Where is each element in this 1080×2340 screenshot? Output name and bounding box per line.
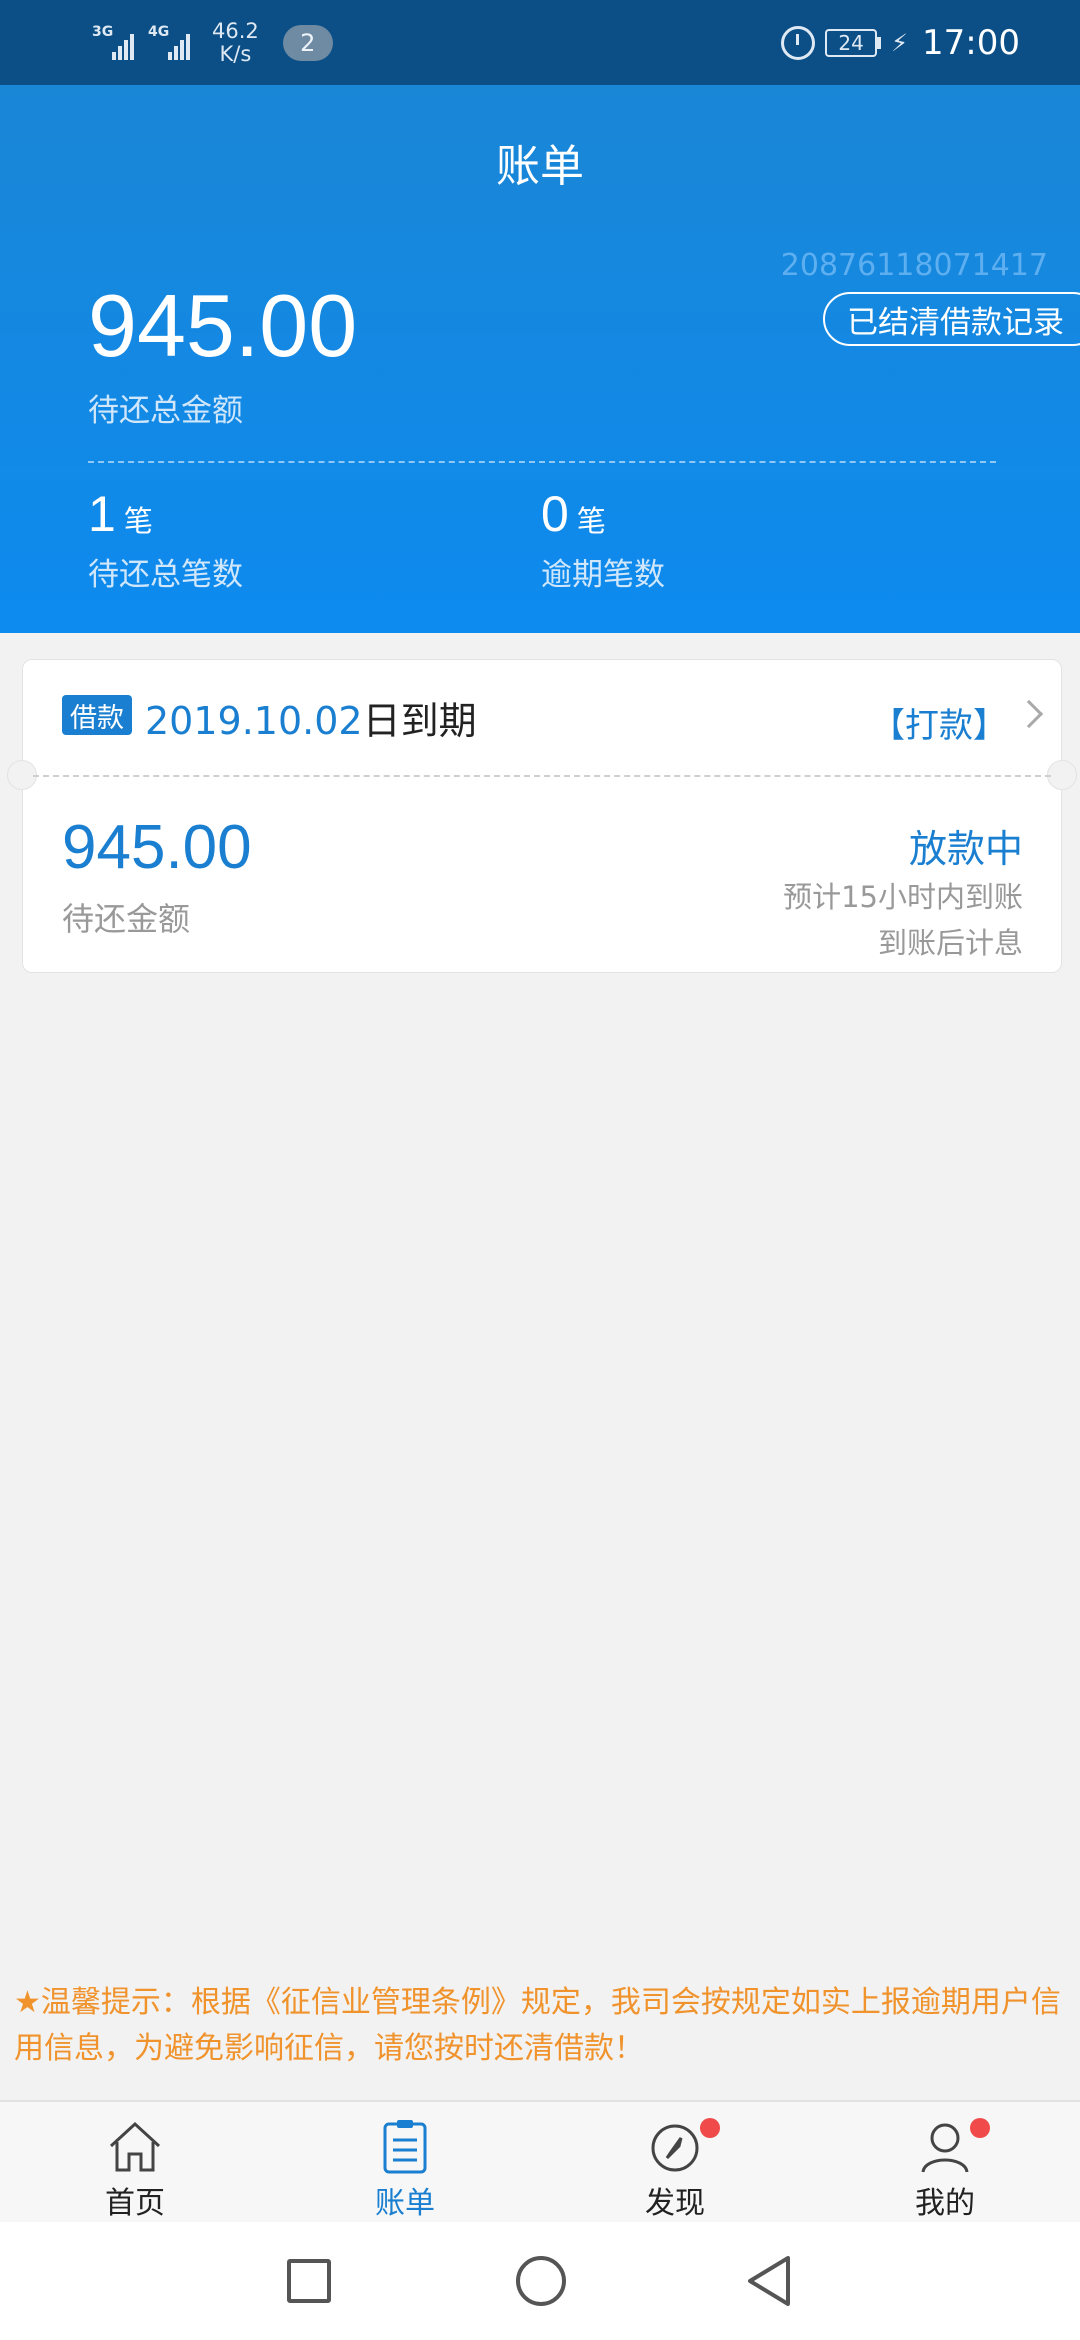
loan-status-note: 预计15小时内到账 到账后计息	[783, 874, 1023, 966]
home-icon	[109, 2121, 161, 2172]
overdue-count-stat: 0笔 逾期笔数	[541, 485, 665, 594]
due-date-suffix: 日到期	[362, 699, 477, 743]
net-speed-value: 46.2	[212, 19, 259, 43]
pending-count-label: 待还总笔数	[88, 557, 243, 593]
overdue-count-label: 逾期笔数	[541, 557, 665, 593]
charging-icon: ⚡	[891, 29, 909, 57]
back-icon[interactable]	[744, 2254, 794, 2308]
total-amount-label: 待还总金额	[88, 393, 243, 429]
status-right: 24 ⚡ 17:00	[781, 20, 1020, 66]
discover-badge-dot	[700, 2118, 720, 2138]
pending-count-value: 1	[88, 486, 116, 542]
net-speed-unit: K/s	[219, 42, 252, 66]
recent-apps-icon[interactable]	[287, 2259, 331, 2303]
home-button-icon[interactable]	[516, 2256, 566, 2306]
notification-count-badge: 2	[282, 25, 333, 61]
chevron-right-icon[interactable]	[1014, 699, 1044, 729]
overdue-count-unit: 笔	[576, 504, 606, 538]
card-divider	[33, 775, 1051, 777]
status-note-interest: 到账后计息	[877, 926, 1023, 960]
credit-notice: ★温馨提示：根据《征信业管理条例》规定，我司会按规定如实上报逾期用户信用信息，为…	[14, 1985, 1061, 2066]
net-speed: 46.2 K/s	[212, 20, 259, 66]
signal-3g-label: 3G	[92, 24, 114, 40]
signal-4g-label: 4G	[148, 24, 170, 40]
header-divider	[88, 461, 996, 463]
bottom-tab-bar: 首页 账单 发现 我的	[0, 2100, 1080, 2222]
page-title: 账单	[496, 141, 584, 192]
pending-count-stat: 1笔 待还总笔数	[88, 485, 243, 594]
tab-discover[interactable]: 发现	[540, 2102, 810, 2222]
tab-home-label: 首页	[105, 2186, 165, 2221]
profile-icon	[921, 2123, 969, 2173]
battery-level: 24	[825, 29, 878, 57]
bill-icon	[383, 2120, 427, 2174]
signal-4g-icon: 4G	[148, 24, 190, 60]
loan-tag: 借款	[62, 695, 132, 735]
bill-amount: 945.00	[62, 813, 252, 882]
tab-discover-label: 发现	[645, 2186, 705, 2221]
pay-link[interactable]: 【打款】	[871, 698, 1007, 747]
bill-card[interactable]: 借款 2019.10.02日到期 【打款】 945.00 待还金额 放款中 预计…	[7, 659, 1077, 973]
tab-home[interactable]: 首页	[0, 2102, 270, 2222]
tab-bill[interactable]: 账单	[270, 2102, 540, 2222]
status-bar: 3G 4G 46.2 K/s 2 24 ⚡ 17:00	[0, 0, 1080, 85]
tab-profile-label: 我的	[915, 2186, 975, 2221]
bill-summary-header: 账单 20876118071417 已结清借款记录 945.00 待还总金额 1…	[0, 85, 1080, 633]
clock: 17:00	[922, 23, 1020, 63]
bill-amount-label: 待还金额	[62, 900, 191, 938]
overdue-count-value: 0	[541, 486, 569, 542]
bill-card-header[interactable]: 借款 2019.10.02日到期 【打款】	[23, 660, 1061, 775]
due-date-value: 2019.10.02	[145, 699, 363, 743]
pending-count-unit: 笔	[123, 504, 153, 538]
total-amount: 945.00	[88, 276, 358, 375]
account-number: 20876118071417	[780, 248, 1048, 283]
tab-bill-label: 账单	[375, 2186, 435, 2221]
system-nav-bar	[0, 2222, 1080, 2340]
signal-3g-icon: 3G	[92, 24, 134, 60]
loan-status: 放款中	[908, 827, 1023, 871]
status-left: 3G 4G 46.2 K/s 2	[92, 18, 333, 68]
profile-badge-dot	[970, 2118, 990, 2138]
status-note-eta: 预计15小时内到账	[783, 880, 1023, 914]
due-date: 2019.10.02日到期	[145, 690, 477, 745]
tab-profile[interactable]: 我的	[810, 2102, 1080, 2222]
ticket-notch-right	[1047, 760, 1077, 790]
battery-icon: 24	[825, 29, 882, 57]
settled-loans-button[interactable]: 已结清借款记录	[823, 292, 1080, 346]
alarm-icon	[781, 26, 816, 60]
compass-icon	[651, 2124, 699, 2172]
